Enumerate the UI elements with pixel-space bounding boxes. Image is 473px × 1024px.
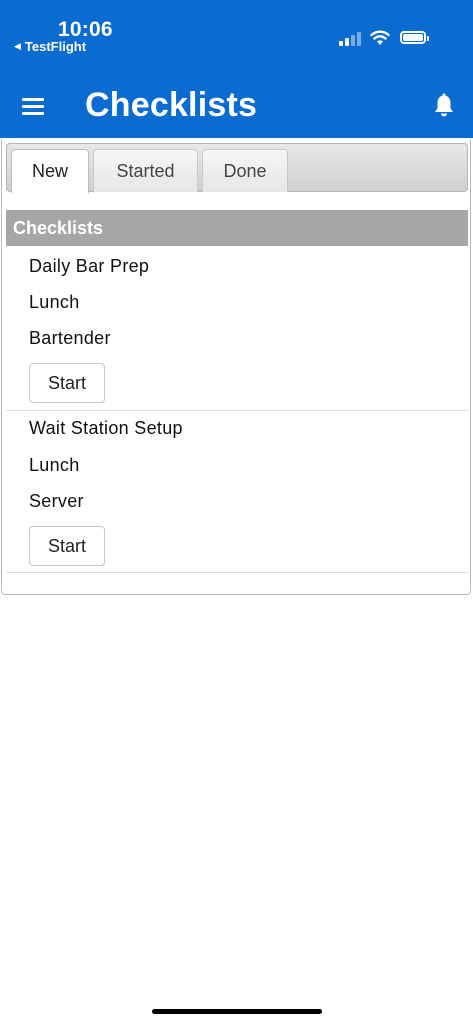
list-divider [6, 410, 468, 411]
menu-button[interactable] [22, 96, 46, 116]
checklist-shift: Lunch [29, 292, 80, 312]
checklist-shift: Lunch [29, 455, 80, 475]
back-app-label: TestFlight [24, 39, 87, 54]
notifications-button[interactable] [432, 93, 456, 119]
back-to-app-link[interactable]: ◀ TestFlight [14, 39, 86, 54]
battery-icon [400, 31, 429, 44]
checklist-role: Bartender [29, 328, 111, 348]
app-header: 10:06 ◀ TestFlight Checklists [0, 0, 473, 138]
page-title: Checklists [85, 86, 258, 124]
checklist-name: Daily Bar Prep [29, 256, 150, 276]
home-indicator[interactable] [152, 1009, 322, 1014]
start-checklist-button[interactable]: Start [29, 526, 105, 566]
checklists-panel: New Started Done Checklists Daily Bar Pr… [1, 139, 471, 595]
section-header: Checklists [6, 210, 468, 246]
bell-icon [435, 93, 453, 117]
tab-started[interactable]: Started [93, 149, 198, 192]
tab-bar: New Started Done [6, 143, 468, 193]
checklist-role: Server [29, 491, 84, 511]
list-divider [6, 572, 468, 573]
start-checklist-button[interactable]: Start [29, 363, 105, 403]
tab-new[interactable]: New [11, 149, 89, 193]
hamburger-menu-icon [22, 98, 44, 101]
back-triangle-icon: ◀ [14, 41, 21, 51]
checklist-name: Wait Station Setup [29, 418, 183, 438]
cellular-signal-icon [339, 31, 363, 46]
tab-done[interactable]: Done [202, 149, 288, 192]
wifi-icon [370, 30, 390, 45]
